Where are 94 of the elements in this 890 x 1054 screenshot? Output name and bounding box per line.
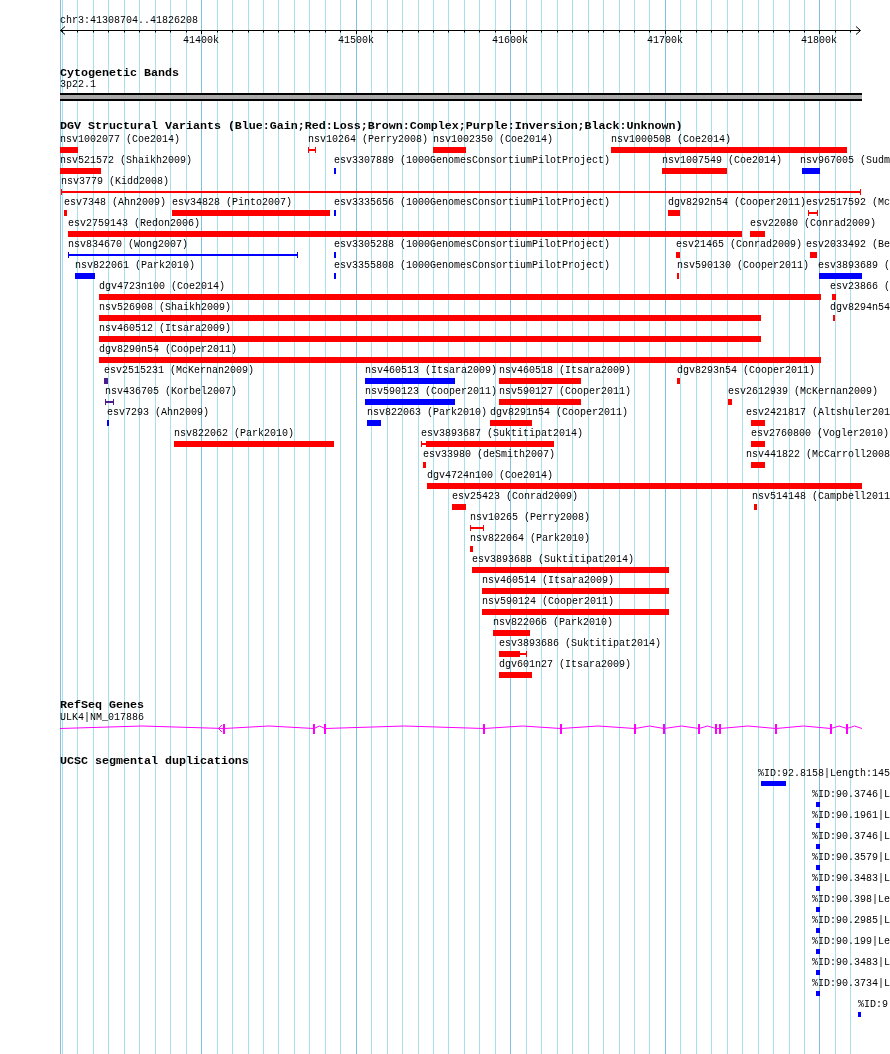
axis-tick-label: 41700k — [647, 35, 683, 46]
axis-tick-label: 41600k — [492, 35, 528, 46]
track-title: RefSeq Genes — [60, 699, 144, 711]
variant-label: nsv460512 (Itsara2009) — [99, 323, 232, 334]
variant-label: nsv436705 (Korbel2007) — [105, 386, 238, 397]
variant-label: nsv590123 (Cooper2011) — [365, 386, 498, 397]
variant-label: esv3893686 (Suktitipat2014) — [499, 638, 662, 649]
duplication-bar — [816, 823, 820, 828]
variant-label: esv3355808 (1000GenomesConsortiumPilotProject) — [334, 260, 611, 271]
duplication-label: %ID:90.3746|L — [812, 831, 890, 842]
duplication-label: %ID:90.3746|L — [812, 789, 890, 800]
variant-label: esv2421817 (Altshuler201 — [746, 407, 890, 418]
variant-label: esv2612939 (McKernan2009) — [728, 386, 879, 397]
variant-label: dgv4723n100 (Coe2014) — [99, 281, 226, 292]
duplication-label: %ID:92.8158|Length:145 — [758, 768, 890, 779]
variant-label: nsv834670 (Wong2007) — [68, 239, 189, 250]
duplication-bar — [816, 907, 820, 912]
variant-label: nsv10264 (Perry2008) — [308, 134, 429, 145]
duplication-label: %ID:90.3483|L — [812, 873, 890, 884]
variant-label: nsv822063 (Park2010) — [367, 407, 488, 418]
variant-label: dgv4724n100 (Coe2014) — [427, 470, 554, 481]
duplication-label: %ID:90.199|Le — [812, 936, 890, 947]
duplication-label: %ID:9 — [858, 999, 888, 1010]
duplication-bar — [816, 949, 820, 954]
duplication-bar — [816, 886, 820, 891]
track-title: Cytogenetic Bands — [60, 67, 179, 79]
axis-tick-label: 41500k — [338, 35, 374, 46]
band-label: 3p22.1 — [60, 79, 96, 90]
axis-tick-label: 41800k — [801, 35, 837, 46]
variant-label: esv3335656 (1000GenomesConsortiumPilotProject) — [334, 197, 611, 208]
duplication-bar — [816, 991, 820, 996]
variant-label: nsv1002077 (Coe2014) — [60, 134, 181, 145]
variant-label: esv3893687 (Suktitipat2014) — [421, 428, 584, 439]
variant-label: nsv822061 (Park2010) — [75, 260, 196, 271]
variant-label: nsv514148 (Campbell2011 — [752, 491, 890, 502]
variant-label: esv2517592 (Mc — [806, 197, 890, 208]
duplication-label: %ID:90.3579|L — [812, 852, 890, 863]
variant-label: esv3305288 (1000GenomesConsortiumPilotProject) — [334, 239, 611, 250]
duplication-bar — [816, 844, 820, 849]
variant-label: nsv460518 (Itsara2009) — [499, 365, 632, 376]
variant-label: dgv601n27 (Itsara2009) — [499, 659, 632, 670]
variant-label: esv2759143 (Redon2006) — [68, 218, 201, 229]
variant-label: nsv822066 (Park2010) — [493, 617, 614, 628]
variant-label: esv21465 (Conrad2009) — [676, 239, 803, 250]
duplication-bar — [858, 1012, 861, 1017]
duplication-label: %ID:90.3734|L — [812, 978, 890, 989]
duplication-bar — [816, 865, 820, 870]
duplication-label: %ID:90.3483|L — [812, 957, 890, 968]
variant-label: nsv590130 (Cooper2011) — [677, 260, 810, 271]
variant-label: nsv590127 (Cooper2011) — [499, 386, 632, 397]
variant-label: nsv1002350 (Coe2014) — [433, 134, 554, 145]
variant-label: esv2033492 (Be — [806, 239, 890, 250]
position-label: chr3:41308704..41826208 — [60, 15, 199, 26]
variant-label: esv23866 ( — [830, 281, 890, 292]
variant-label: nsv967005 (Sudm — [800, 155, 890, 166]
variant-label: nsv10265 (Perry2008) — [470, 512, 591, 523]
variant-label: nsv1007549 (Coe2014) — [662, 155, 783, 166]
variant-label: nsv822064 (Park2010) — [470, 533, 591, 544]
variant-label: dgv8293n54 (Cooper2011) — [677, 365, 816, 376]
duplication-bar — [816, 928, 820, 933]
track-title: DGV Structural Variants (Blue:Gain;Red:Loss;Brown:Complex;Purple:Inversion;Black:Unknown) — [60, 120, 683, 132]
variant-label: nsv3779 (Kidd2008) — [61, 176, 170, 187]
variant-label: dgv8294n54 — [830, 302, 890, 313]
variant-label: esv25423 (Conrad2009) — [452, 491, 579, 502]
variant-label: nsv460514 (Itsara2009) — [482, 575, 615, 586]
variant-label: nsv521572 (Shaikh2009) — [60, 155, 193, 166]
variant-label: dgv8292n54 (Cooper2011) — [668, 197, 807, 208]
axis-tick-label: 41400k — [183, 35, 219, 46]
track-title: UCSC segmental duplications — [60, 755, 249, 767]
variant-label: dgv8290n54 (Cooper2011) — [99, 344, 238, 355]
gene-label: ULK4|NM_017886 — [60, 712, 144, 723]
variant-label: dgv8291n54 (Cooper2011) — [490, 407, 629, 418]
variant-label: esv7348 (Ahn2009) — [64, 197, 167, 208]
variant-label: nsv822062 (Park2010) — [174, 428, 295, 439]
duplication-bar — [816, 802, 820, 807]
variant-label: nsv590124 (Cooper2011) — [482, 596, 615, 607]
variant-label: esv2515231 (McKernan2009) — [104, 365, 255, 376]
variant-label: esv3893688 (Suktitipat2014) — [472, 554, 635, 565]
variant-label: esv7293 (Ahn2009) — [107, 407, 210, 418]
duplication-label: %ID:90.1961|L — [812, 810, 890, 821]
duplication-label: %ID:90.2985|L — [812, 915, 890, 926]
variant-label: esv2760800 (Vogler2010) — [751, 428, 890, 439]
duplication-bar — [761, 781, 786, 786]
variant-label: esv3307889 (1000GenomesConsortiumPilotProject) — [334, 155, 611, 166]
variant-label: esv34828 (Pinto2007) — [172, 197, 293, 208]
variant-label: nsv1000508 (Coe2014) — [611, 134, 732, 145]
variant-label: nsv460513 (Itsara2009) — [365, 365, 498, 376]
variant-label: nsv441822 (McCarroll2008 — [746, 449, 890, 460]
variant-label: esv3893689 ( — [818, 260, 890, 271]
variant-label: nsv526908 (Shaikh2009) — [99, 302, 232, 313]
variant-label: esv33980 (deSmith2007) — [423, 449, 556, 460]
duplication-bar — [816, 970, 820, 975]
duplication-label: %ID:90.398|Le — [812, 894, 890, 905]
variant-label: esv22080 (Conrad2009) — [750, 218, 877, 229]
